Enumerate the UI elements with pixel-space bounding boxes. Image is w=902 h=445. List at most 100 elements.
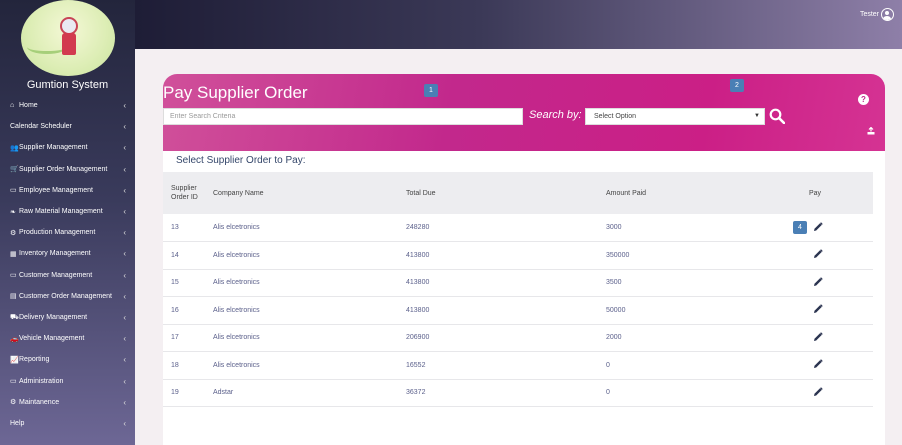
pay-edit-pencil-icon[interactable] (813, 304, 823, 314)
sidebar-item-label: Help (10, 419, 25, 427)
top-bar: Tester (135, 0, 902, 49)
chevron-left-icon: ‹ (123, 207, 126, 217)
users-icon: 👥 (10, 144, 19, 152)
cell-order-id: 17 (163, 324, 206, 352)
search-input[interactable] (163, 108, 523, 125)
sidebar-item-label: Supplier Order Management (19, 165, 108, 173)
sidebar-item-label: Delivery Management (19, 313, 88, 321)
select-value: Select Option (594, 113, 637, 120)
cell-total-due: 413800 (406, 241, 606, 270)
chevron-left-icon: ‹ (123, 355, 126, 365)
brand-name: Gumtion System (26, 79, 109, 91)
cell-total-due: 248280 (406, 214, 606, 242)
sidebar-item-vehicle-management[interactable]: 🚗 Vehicle Management ‹ (0, 328, 135, 349)
search-by-label: Search by: (529, 109, 582, 121)
sidebar-item-label: Customer Order Management (19, 292, 112, 300)
cell-company: Alis elcetronics (206, 296, 406, 325)
logo-gumball-base (62, 33, 76, 55)
search-icon[interactable] (769, 108, 785, 124)
cell-order-id: 19 (163, 379, 206, 407)
chevron-left-icon: ‹ (123, 185, 126, 195)
sidebar-item-maintanence[interactable]: ⚙ Maintanence ‹ (0, 392, 135, 413)
table-row: 13 Alis elcetronics 248280 3000 (163, 214, 873, 242)
cogs-icon: ⚙ (10, 229, 17, 237)
pay-edit-pencil-icon[interactable] (813, 221, 823, 232)
page-title: Pay Supplier Order (163, 83, 308, 102)
cell-company: Alis elcetronics (206, 269, 406, 297)
sidebar-item-supplier-order-management[interactable]: 🛒 Supplier Order Management ‹ (0, 159, 135, 180)
marker-badge-2: 2 (730, 79, 744, 92)
chevron-left-icon: ‹ (123, 143, 126, 153)
sidebar-item-delivery-management[interactable]: ⛟ Delivery Management ‹ (0, 307, 135, 328)
col-header-pay: Pay (809, 189, 822, 197)
cell-pay (786, 214, 873, 242)
chart-icon: 📈 (10, 356, 19, 364)
col-header-order-id: Supplier Order ID (171, 185, 198, 201)
pay-edit-pencil-icon[interactable] (813, 249, 823, 259)
col-header-company: Company Name (213, 189, 264, 197)
cell-amount-paid: 0 (606, 379, 786, 407)
user-avatar-icon[interactable] (881, 8, 894, 21)
chevron-left-icon: ‹ (123, 291, 126, 301)
sidebar-item-label: Employee Management (19, 186, 93, 194)
cell-pay (786, 324, 873, 352)
cell-order-id: 13 (163, 214, 206, 242)
cell-company: Alis elcetronics (206, 324, 406, 352)
cell-pay (786, 379, 873, 407)
cell-amount-paid: 3000 (606, 214, 786, 242)
logo-swoosh (27, 40, 67, 54)
table-row: 18 Alis elcetronics 16552 0 (163, 351, 873, 380)
chevron-left-icon: ‹ (123, 312, 126, 322)
sidebar-item-customer-management[interactable]: ▭ Customer Management ‹ (0, 265, 135, 286)
sidebar-item-label: Inventory Management (19, 250, 91, 258)
user-name: Tester (859, 11, 879, 18)
help-icon[interactable]: ? (858, 94, 869, 105)
sidebar-item-employee-management[interactable]: ▭ Employee Management ‹ (0, 180, 135, 201)
sidebar-item-home[interactable]: ⌂ Home ‹ (0, 95, 135, 116)
col-header-total-due: Total Due (406, 189, 436, 197)
cell-company: Alis elcetronics (206, 241, 406, 270)
cart-icon: 🛒 (10, 166, 19, 174)
laptop-icon: ▭ (10, 378, 17, 386)
sidebar-item-label: Raw Material Management (19, 208, 103, 216)
table-row: 19 Adstar 36372 0 (163, 379, 873, 407)
sidebar-item-inventory-management[interactable]: ▦ Inventory Management ‹ (0, 243, 135, 264)
sidebar-item-label: Maintanence (19, 398, 60, 406)
grid-icon: ▦ (10, 250, 17, 258)
sidebar: Gumtion System ⌂ Home ‹ Calendar Scheduler ‹… (0, 0, 135, 445)
cell-amount-paid: 50000 (606, 296, 786, 325)
sidebar-item-production-management[interactable]: ⚙ Production Management ‹ (0, 222, 135, 243)
table-row: 14 Alis elcetronics 413800 350000 (163, 241, 873, 270)
pay-edit-pencil-icon[interactable] (813, 359, 823, 369)
supplier-orders-table: Supplier Order ID Company Name Total Due… (163, 172, 873, 407)
table-row: 15 Alis elcetronics 413800 3500 (163, 269, 873, 297)
sidebar-menu: ⌂ Home ‹ Calendar Scheduler ‹ 👥 Supplier Manag… (0, 95, 135, 434)
sidebar-item-reporting[interactable]: 📈 Reporting ‹ (0, 349, 135, 370)
sidebar-item-customer-order-management[interactable]: ▤ Customer Order Management ‹ (0, 286, 135, 307)
sidebar-item-raw-material-management[interactable]: ❧ Raw Material Management ‹ (0, 201, 135, 222)
pay-edit-pencil-icon[interactable] (813, 332, 823, 342)
cell-company: Alis elcetronics (206, 351, 406, 380)
pay-edit-pencil-icon[interactable] (813, 277, 823, 287)
col-header-amount-paid: Amount Paid (606, 189, 647, 197)
sidebar-item-supplier-management[interactable]: 👥 Supplier Management ‹ (0, 137, 135, 158)
search-by-select[interactable]: Select Option ▼ (585, 108, 765, 125)
cell-company: Adstar (206, 379, 406, 407)
sidebar-item-label: Production Management (19, 229, 96, 237)
cell-amount-paid: 0 (606, 351, 786, 380)
cell-order-id: 14 (163, 241, 206, 270)
cell-total-due: 16552 (406, 351, 606, 380)
cell-total-due: 413800 (406, 269, 606, 297)
leaf-icon: ❧ (10, 208, 16, 216)
sidebar-item-label: Administration (19, 377, 64, 385)
cell-pay (786, 269, 873, 297)
sidebar-item-help[interactable]: Help ‹ (0, 413, 135, 434)
pay-edit-pencil-icon[interactable] (813, 387, 823, 397)
user-menu[interactable]: Tester (860, 8, 894, 21)
sidebar-item-calendar-scheduler[interactable]: Calendar Scheduler ‹ (0, 116, 135, 137)
export-icon[interactable] (867, 127, 875, 135)
sidebar-item-administration[interactable]: ▭ Administration ‹ (0, 370, 135, 391)
cell-amount-paid: 3500 (606, 269, 786, 297)
id-card-icon: ▭ (10, 187, 17, 195)
sidebar-item-label: Vehicle Management (19, 335, 85, 343)
